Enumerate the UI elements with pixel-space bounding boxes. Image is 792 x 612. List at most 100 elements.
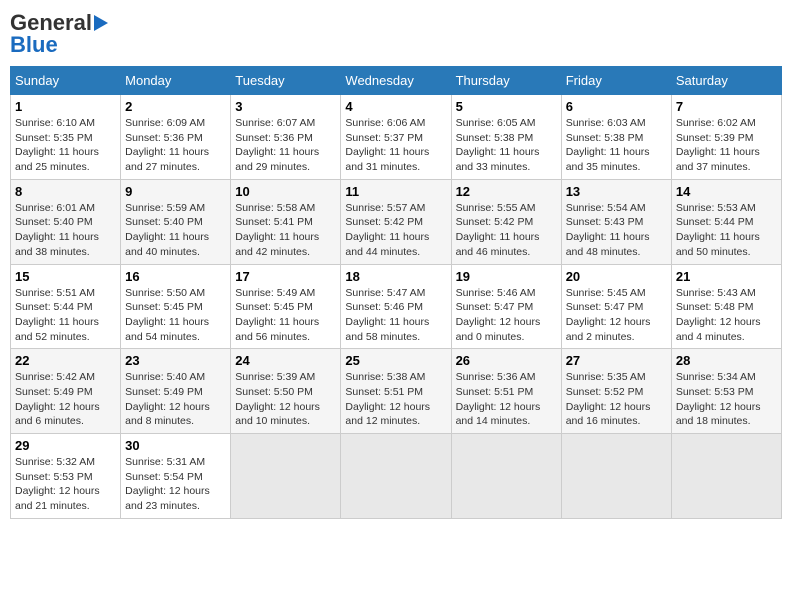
week-row-3: 15 Sunrise: 5:51 AM Sunset: 5:44 PM Dayl… [11, 264, 782, 349]
day-number: 1 [15, 99, 116, 114]
col-header-sunday: Sunday [11, 67, 121, 95]
calendar-cell [671, 434, 781, 519]
day-info: Sunrise: 5:59 AM Sunset: 5:40 PM Dayligh… [125, 201, 226, 260]
day-number: 9 [125, 184, 226, 199]
day-info: Sunrise: 6:05 AM Sunset: 5:38 PM Dayligh… [456, 116, 557, 175]
day-info: Sunrise: 6:06 AM Sunset: 5:37 PM Dayligh… [345, 116, 446, 175]
day-number: 28 [676, 353, 777, 368]
calendar-cell: 19 Sunrise: 5:46 AM Sunset: 5:47 PM Dayl… [451, 264, 561, 349]
calendar-cell [341, 434, 451, 519]
day-info: Sunrise: 5:55 AM Sunset: 5:42 PM Dayligh… [456, 201, 557, 260]
calendar-cell: 1 Sunrise: 6:10 AM Sunset: 5:35 PM Dayli… [11, 95, 121, 180]
week-row-5: 29 Sunrise: 5:32 AM Sunset: 5:53 PM Dayl… [11, 434, 782, 519]
calendar-cell: 12 Sunrise: 5:55 AM Sunset: 5:42 PM Dayl… [451, 179, 561, 264]
day-number: 12 [456, 184, 557, 199]
day-number: 17 [235, 269, 336, 284]
calendar-cell: 25 Sunrise: 5:38 AM Sunset: 5:51 PM Dayl… [341, 349, 451, 434]
day-info: Sunrise: 5:42 AM Sunset: 5:49 PM Dayligh… [15, 370, 116, 429]
calendar-cell: 15 Sunrise: 5:51 AM Sunset: 5:44 PM Dayl… [11, 264, 121, 349]
day-info: Sunrise: 5:36 AM Sunset: 5:51 PM Dayligh… [456, 370, 557, 429]
calendar-cell: 27 Sunrise: 5:35 AM Sunset: 5:52 PM Dayl… [561, 349, 671, 434]
calendar-cell: 21 Sunrise: 5:43 AM Sunset: 5:48 PM Dayl… [671, 264, 781, 349]
calendar-table: SundayMondayTuesdayWednesdayThursdayFrid… [10, 66, 782, 519]
calendar-cell: 13 Sunrise: 5:54 AM Sunset: 5:43 PM Dayl… [561, 179, 671, 264]
day-info: Sunrise: 5:58 AM Sunset: 5:41 PM Dayligh… [235, 201, 336, 260]
day-number: 25 [345, 353, 446, 368]
day-number: 11 [345, 184, 446, 199]
day-info: Sunrise: 5:31 AM Sunset: 5:54 PM Dayligh… [125, 455, 226, 514]
day-info: Sunrise: 6:02 AM Sunset: 5:39 PM Dayligh… [676, 116, 777, 175]
calendar-cell: 14 Sunrise: 5:53 AM Sunset: 5:44 PM Dayl… [671, 179, 781, 264]
day-number: 21 [676, 269, 777, 284]
col-header-friday: Friday [561, 67, 671, 95]
col-header-monday: Monday [121, 67, 231, 95]
day-number: 24 [235, 353, 336, 368]
calendar-cell: 11 Sunrise: 5:57 AM Sunset: 5:42 PM Dayl… [341, 179, 451, 264]
day-number: 18 [345, 269, 446, 284]
day-info: Sunrise: 5:35 AM Sunset: 5:52 PM Dayligh… [566, 370, 667, 429]
day-info: Sunrise: 5:47 AM Sunset: 5:46 PM Dayligh… [345, 286, 446, 345]
day-number: 29 [15, 438, 116, 453]
day-info: Sunrise: 5:38 AM Sunset: 5:51 PM Dayligh… [345, 370, 446, 429]
day-info: Sunrise: 5:50 AM Sunset: 5:45 PM Dayligh… [125, 286, 226, 345]
day-number: 19 [456, 269, 557, 284]
week-row-1: 1 Sunrise: 6:10 AM Sunset: 5:35 PM Dayli… [11, 95, 782, 180]
header-row: SundayMondayTuesdayWednesdayThursdayFrid… [11, 67, 782, 95]
day-number: 23 [125, 353, 226, 368]
calendar-cell: 7 Sunrise: 6:02 AM Sunset: 5:39 PM Dayli… [671, 95, 781, 180]
calendar-cell: 26 Sunrise: 5:36 AM Sunset: 5:51 PM Dayl… [451, 349, 561, 434]
day-info: Sunrise: 5:34 AM Sunset: 5:53 PM Dayligh… [676, 370, 777, 429]
logo-arrow-icon [94, 15, 108, 31]
day-info: Sunrise: 5:45 AM Sunset: 5:47 PM Dayligh… [566, 286, 667, 345]
day-info: Sunrise: 5:39 AM Sunset: 5:50 PM Dayligh… [235, 370, 336, 429]
day-info: Sunrise: 6:10 AM Sunset: 5:35 PM Dayligh… [15, 116, 116, 175]
day-number: 8 [15, 184, 116, 199]
day-info: Sunrise: 5:46 AM Sunset: 5:47 PM Dayligh… [456, 286, 557, 345]
calendar-cell: 3 Sunrise: 6:07 AM Sunset: 5:36 PM Dayli… [231, 95, 341, 180]
col-header-wednesday: Wednesday [341, 67, 451, 95]
day-number: 3 [235, 99, 336, 114]
day-number: 27 [566, 353, 667, 368]
calendar-cell: 29 Sunrise: 5:32 AM Sunset: 5:53 PM Dayl… [11, 434, 121, 519]
day-number: 6 [566, 99, 667, 114]
calendar-cell: 6 Sunrise: 6:03 AM Sunset: 5:38 PM Dayli… [561, 95, 671, 180]
day-number: 26 [456, 353, 557, 368]
day-info: Sunrise: 6:01 AM Sunset: 5:40 PM Dayligh… [15, 201, 116, 260]
page-header: General Blue [10, 10, 782, 58]
day-number: 4 [345, 99, 446, 114]
calendar-cell: 4 Sunrise: 6:06 AM Sunset: 5:37 PM Dayli… [341, 95, 451, 180]
day-number: 7 [676, 99, 777, 114]
day-info: Sunrise: 5:43 AM Sunset: 5:48 PM Dayligh… [676, 286, 777, 345]
day-number: 10 [235, 184, 336, 199]
calendar-cell: 28 Sunrise: 5:34 AM Sunset: 5:53 PM Dayl… [671, 349, 781, 434]
day-info: Sunrise: 5:51 AM Sunset: 5:44 PM Dayligh… [15, 286, 116, 345]
calendar-cell: 8 Sunrise: 6:01 AM Sunset: 5:40 PM Dayli… [11, 179, 121, 264]
calendar-cell [561, 434, 671, 519]
day-info: Sunrise: 6:03 AM Sunset: 5:38 PM Dayligh… [566, 116, 667, 175]
day-info: Sunrise: 6:09 AM Sunset: 5:36 PM Dayligh… [125, 116, 226, 175]
col-header-thursday: Thursday [451, 67, 561, 95]
calendar-cell [451, 434, 561, 519]
calendar-cell: 9 Sunrise: 5:59 AM Sunset: 5:40 PM Dayli… [121, 179, 231, 264]
day-info: Sunrise: 5:32 AM Sunset: 5:53 PM Dayligh… [15, 455, 116, 514]
calendar-cell: 10 Sunrise: 5:58 AM Sunset: 5:41 PM Dayl… [231, 179, 341, 264]
day-info: Sunrise: 5:54 AM Sunset: 5:43 PM Dayligh… [566, 201, 667, 260]
calendar-cell: 17 Sunrise: 5:49 AM Sunset: 5:45 PM Dayl… [231, 264, 341, 349]
day-number: 20 [566, 269, 667, 284]
calendar-cell: 2 Sunrise: 6:09 AM Sunset: 5:36 PM Dayli… [121, 95, 231, 180]
calendar-cell: 5 Sunrise: 6:05 AM Sunset: 5:38 PM Dayli… [451, 95, 561, 180]
day-number: 2 [125, 99, 226, 114]
calendar-cell: 18 Sunrise: 5:47 AM Sunset: 5:46 PM Dayl… [341, 264, 451, 349]
day-number: 13 [566, 184, 667, 199]
col-header-tuesday: Tuesday [231, 67, 341, 95]
day-number: 15 [15, 269, 116, 284]
calendar-cell: 16 Sunrise: 5:50 AM Sunset: 5:45 PM Dayl… [121, 264, 231, 349]
calendar-cell: 22 Sunrise: 5:42 AM Sunset: 5:49 PM Dayl… [11, 349, 121, 434]
calendar-cell: 30 Sunrise: 5:31 AM Sunset: 5:54 PM Dayl… [121, 434, 231, 519]
calendar-cell: 23 Sunrise: 5:40 AM Sunset: 5:49 PM Dayl… [121, 349, 231, 434]
week-row-4: 22 Sunrise: 5:42 AM Sunset: 5:49 PM Dayl… [11, 349, 782, 434]
day-number: 16 [125, 269, 226, 284]
logo: General Blue [10, 10, 108, 58]
day-number: 30 [125, 438, 226, 453]
day-number: 5 [456, 99, 557, 114]
